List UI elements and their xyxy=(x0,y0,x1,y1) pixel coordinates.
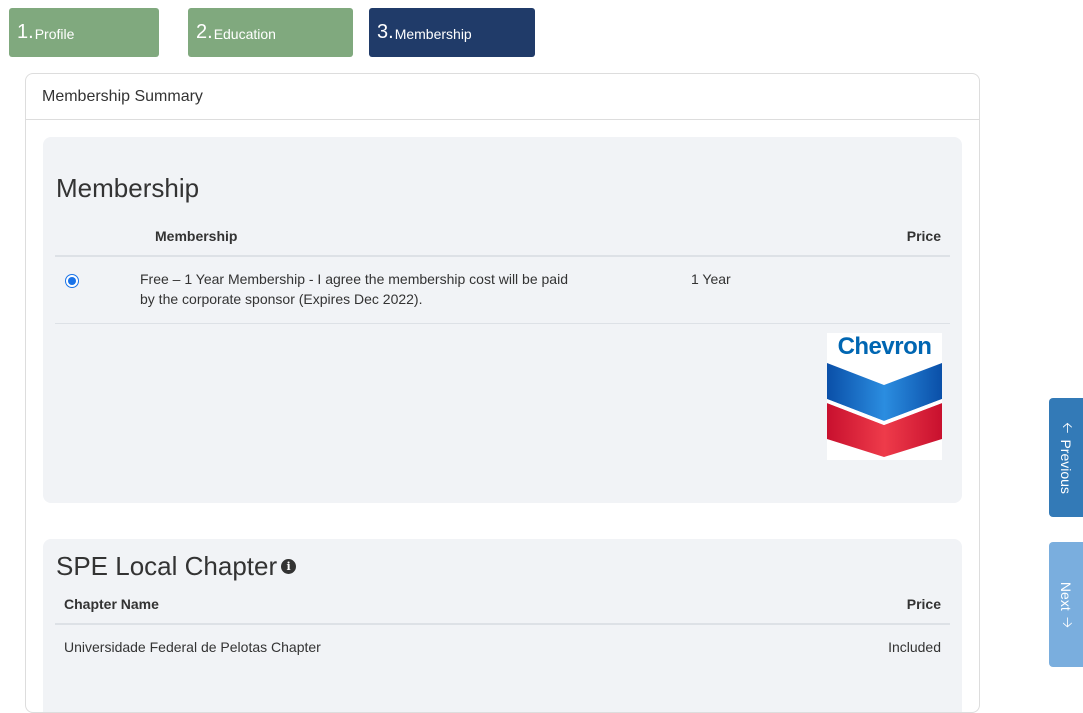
chapter-price: Included xyxy=(888,639,941,655)
row-divider xyxy=(55,323,950,324)
step-label: Membership xyxy=(394,25,472,42)
previous-label: Previous xyxy=(1058,438,1074,494)
arrow-left-icon: 🡠 xyxy=(1060,421,1076,433)
chapter-heading-text: SPE Local Chapter xyxy=(56,551,278,581)
chapter-price-column-header: Price xyxy=(906,596,941,612)
membership-column-header: Membership xyxy=(155,228,238,244)
next-button[interactable]: Next 🡢 xyxy=(1049,542,1083,667)
membership-summary-panel: Membership Summary Membership Membership… xyxy=(25,73,980,713)
membership-option-line1: Free – 1 Year Membership - I agree the m… xyxy=(140,271,568,287)
arrow-right-icon: 🡢 xyxy=(1060,616,1076,628)
membership-card: Membership Membership Price Free – 1 Yea… xyxy=(43,137,962,503)
step-number: 3. xyxy=(377,21,394,43)
membership-term: 1 Year xyxy=(691,271,731,287)
step-number: 2. xyxy=(196,21,213,43)
step-profile[interactable]: 1. Profile xyxy=(9,8,159,57)
step-label: Education xyxy=(213,25,276,42)
membership-heading: Membership xyxy=(56,173,200,203)
info-icon[interactable]: i xyxy=(281,558,297,574)
step-membership[interactable]: 3. Membership xyxy=(369,8,535,57)
chapter-name-column-header: Chapter Name xyxy=(64,596,159,612)
header-divider xyxy=(55,255,950,257)
chapter-name: Universidade Federal de Pelotas Chapter xyxy=(64,639,321,655)
membership-radio[interactable] xyxy=(65,274,79,288)
chevron-chevrons-icon xyxy=(827,363,942,457)
step-education[interactable]: 2. Education xyxy=(188,8,353,57)
chapter-heading: SPE Local Chapter i xyxy=(56,551,297,582)
step-number: 1. xyxy=(17,21,34,43)
next-label: Next xyxy=(1058,581,1074,611)
previous-button[interactable]: 🡠 Previous xyxy=(1049,398,1083,517)
chapter-header-divider xyxy=(55,623,950,625)
chapter-card: SPE Local Chapter i Chapter Name Price Un… xyxy=(43,539,962,712)
chevron-logo-icon: Chevron xyxy=(827,333,942,460)
membership-option-line2: by the corporate sponsor (Expires Dec 20… xyxy=(140,291,423,307)
price-column-header: Price xyxy=(906,228,941,244)
panel-title: Membership Summary xyxy=(26,74,979,120)
step-label: Profile xyxy=(34,25,75,42)
